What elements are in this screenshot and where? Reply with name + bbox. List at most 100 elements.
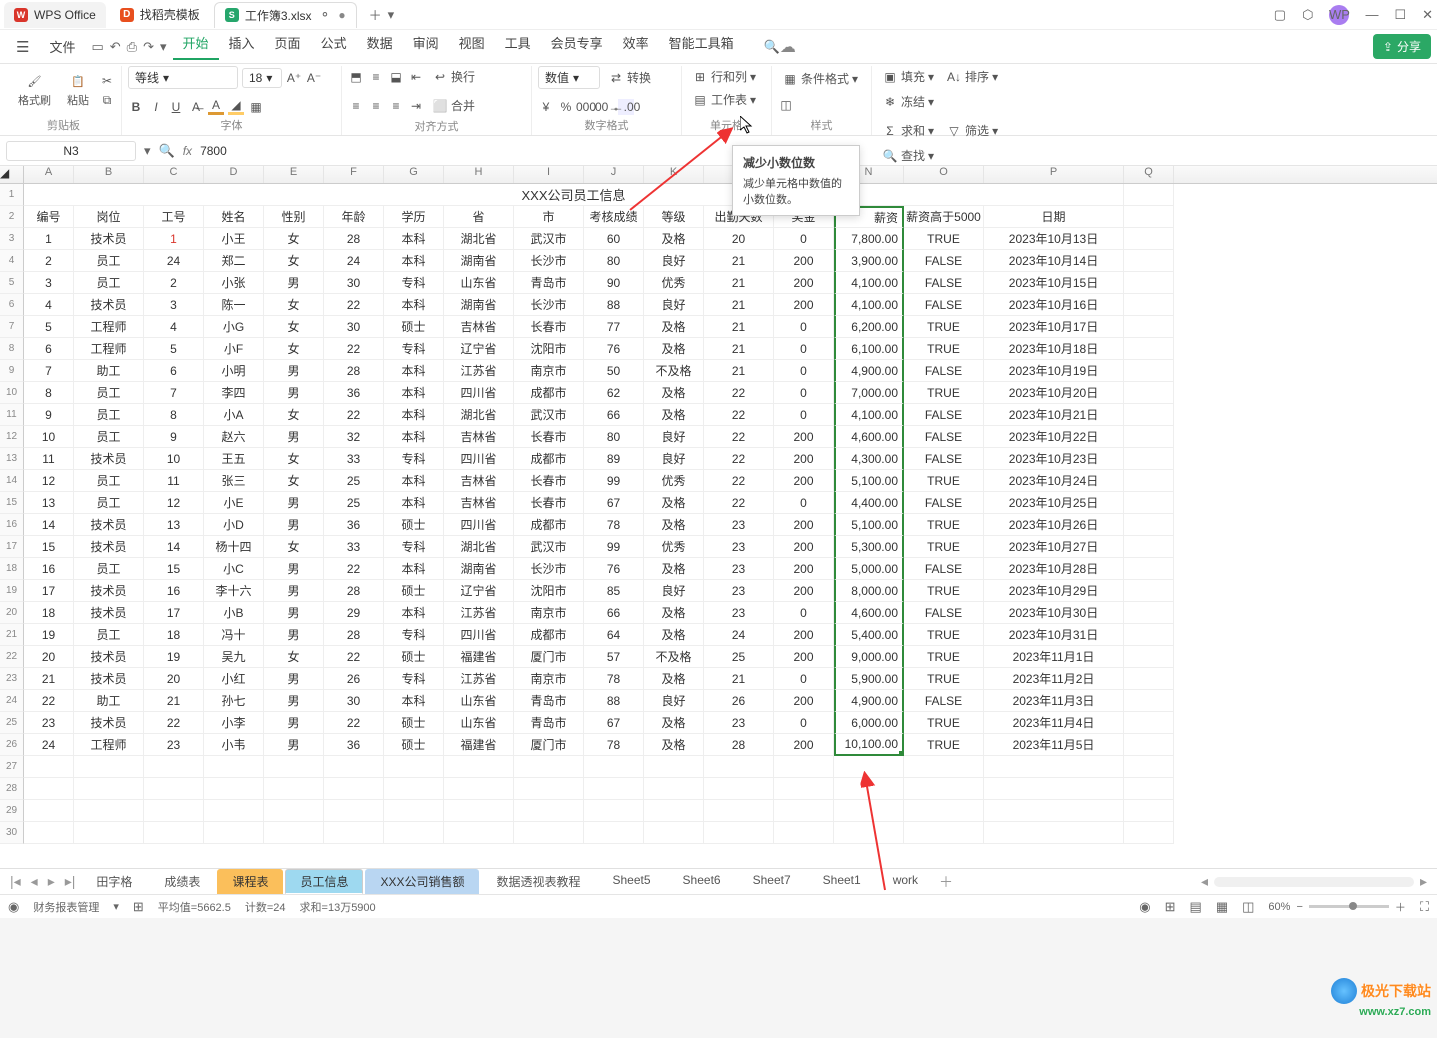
cell[interactable]: 编号	[24, 206, 74, 228]
cell[interactable]: 13	[144, 514, 204, 536]
cell[interactable]: 福建省	[444, 646, 514, 668]
align-right-icon[interactable]: ≡	[388, 98, 404, 114]
cell[interactable]: 姓名	[204, 206, 264, 228]
cell[interactable]: 男	[264, 558, 324, 580]
cell[interactable]	[1124, 294, 1174, 316]
cell[interactable]: TRUE	[904, 734, 984, 756]
border-icon[interactable]: ▦	[248, 99, 264, 115]
cell[interactable]: 2023年10月24日	[984, 470, 1124, 492]
cell[interactable]: 本科	[384, 602, 444, 624]
status-manager[interactable]: 财务报表管理	[33, 899, 99, 915]
cell[interactable]: FALSE	[904, 448, 984, 470]
col-head-E[interactable]: E	[264, 166, 324, 183]
indent-dec-icon[interactable]: ⇤	[408, 69, 424, 85]
cell[interactable]: 工号	[144, 206, 204, 228]
cell[interactable]: 10	[144, 448, 204, 470]
cell[interactable]: 专科	[384, 668, 444, 690]
cell[interactable]	[1124, 624, 1174, 646]
cell[interactable]	[384, 756, 444, 778]
cell[interactable]: 2023年10月26日	[984, 514, 1124, 536]
tab-nav-last[interactable]: ▸|	[61, 873, 80, 890]
cell[interactable]: 23	[144, 734, 204, 756]
sheet-tab-Sheet1[interactable]: Sheet1	[808, 869, 876, 894]
cell[interactable]: 硕士	[384, 712, 444, 734]
cell[interactable]: 200	[774, 558, 834, 580]
cell[interactable]: 32	[324, 426, 384, 448]
cell[interactable]: 21	[704, 360, 774, 382]
cell[interactable]: 工程师	[74, 316, 144, 338]
cell[interactable]: 6,200.00	[834, 316, 904, 338]
cell[interactable]: 33	[324, 448, 384, 470]
cell[interactable]	[204, 756, 264, 778]
cell[interactable]: 四川省	[444, 514, 514, 536]
cell[interactable]	[514, 800, 584, 822]
number-format-select[interactable]: 数值▾	[538, 66, 600, 89]
cell[interactable]: 5,100.00	[834, 514, 904, 536]
cell[interactable]: 200	[774, 690, 834, 712]
cell[interactable]: 0	[774, 602, 834, 624]
row-head[interactable]: 7	[0, 316, 24, 338]
cell[interactable]: 本科	[384, 426, 444, 448]
cell[interactable]: 小D	[204, 514, 264, 536]
cell[interactable]: 女	[264, 470, 324, 492]
cell[interactable]: 15	[144, 558, 204, 580]
cell[interactable]: 21	[144, 690, 204, 712]
cell[interactable]	[1124, 756, 1174, 778]
cell[interactable]: TRUE	[904, 668, 984, 690]
cell[interactable]: 26	[704, 690, 774, 712]
status-misc-icon[interactable]: ⊞	[133, 899, 144, 915]
view-grid-icon[interactable]: ⊞	[1165, 899, 1176, 915]
row-head[interactable]: 13	[0, 448, 24, 470]
cell[interactable]: 四川省	[444, 382, 514, 404]
sheet-tab-Sheet6[interactable]: Sheet6	[668, 869, 736, 894]
zoom-out-button[interactable]: −	[1296, 901, 1302, 913]
align-center-icon[interactable]: ≡	[368, 98, 384, 114]
cell[interactable]: 硕士	[384, 580, 444, 602]
cell[interactable]: 男	[264, 514, 324, 536]
cell[interactable]	[1124, 184, 1174, 206]
cell[interactable]	[24, 778, 74, 800]
row-head[interactable]: 29	[0, 800, 24, 822]
cell[interactable]: 专科	[384, 536, 444, 558]
cell[interactable]: 200	[774, 448, 834, 470]
cell[interactable]: 22	[704, 492, 774, 514]
close-button[interactable]: ✕	[1422, 7, 1433, 23]
cell[interactable]: 22	[324, 558, 384, 580]
cell[interactable]: 10	[24, 426, 74, 448]
cell[interactable]: 小B	[204, 602, 264, 624]
col-head-B[interactable]: B	[74, 166, 144, 183]
cell[interactable]: 2023年10月19日	[984, 360, 1124, 382]
cell[interactable]: 200	[774, 624, 834, 646]
cell[interactable]: 吉林省	[444, 426, 514, 448]
cell[interactable]: 及格	[644, 602, 704, 624]
cell[interactable]	[584, 822, 644, 844]
cell[interactable]: 14	[144, 536, 204, 558]
cell[interactable]: 本科	[384, 690, 444, 712]
cell[interactable]: 及格	[644, 668, 704, 690]
cell[interactable]: 21	[704, 250, 774, 272]
cell[interactable]: 技术员	[74, 646, 144, 668]
zoom-value[interactable]: 60%	[1268, 901, 1290, 913]
cell[interactable]: 男	[264, 712, 324, 734]
cell[interactable]	[204, 822, 264, 844]
cell[interactable]: 4,100.00	[834, 294, 904, 316]
cell[interactable]: 福建省	[444, 734, 514, 756]
cell[interactable]: 0	[774, 668, 834, 690]
percent-icon[interactable]: %	[558, 99, 574, 115]
cell[interactable]: 19	[24, 624, 74, 646]
cell[interactable]: 17	[144, 602, 204, 624]
cell[interactable]: 成都市	[514, 514, 584, 536]
cell[interactable]: 21	[704, 668, 774, 690]
row-head[interactable]: 12	[0, 426, 24, 448]
cell[interactable]: 4,400.00	[834, 492, 904, 514]
cell[interactable]: 及格	[644, 558, 704, 580]
cell[interactable]: 员工	[74, 492, 144, 514]
cell[interactable]: 4,900.00	[834, 690, 904, 712]
cell[interactable]: 2023年10月14日	[984, 250, 1124, 272]
cell[interactable]: 及格	[644, 382, 704, 404]
cell[interactable]: 良好	[644, 250, 704, 272]
sheet-tab-成绩表[interactable]: 成绩表	[149, 869, 215, 894]
view-page-icon[interactable]: ▦	[1216, 899, 1228, 915]
tab-nav-next[interactable]: ▸	[44, 873, 59, 890]
cell[interactable]	[1124, 668, 1174, 690]
